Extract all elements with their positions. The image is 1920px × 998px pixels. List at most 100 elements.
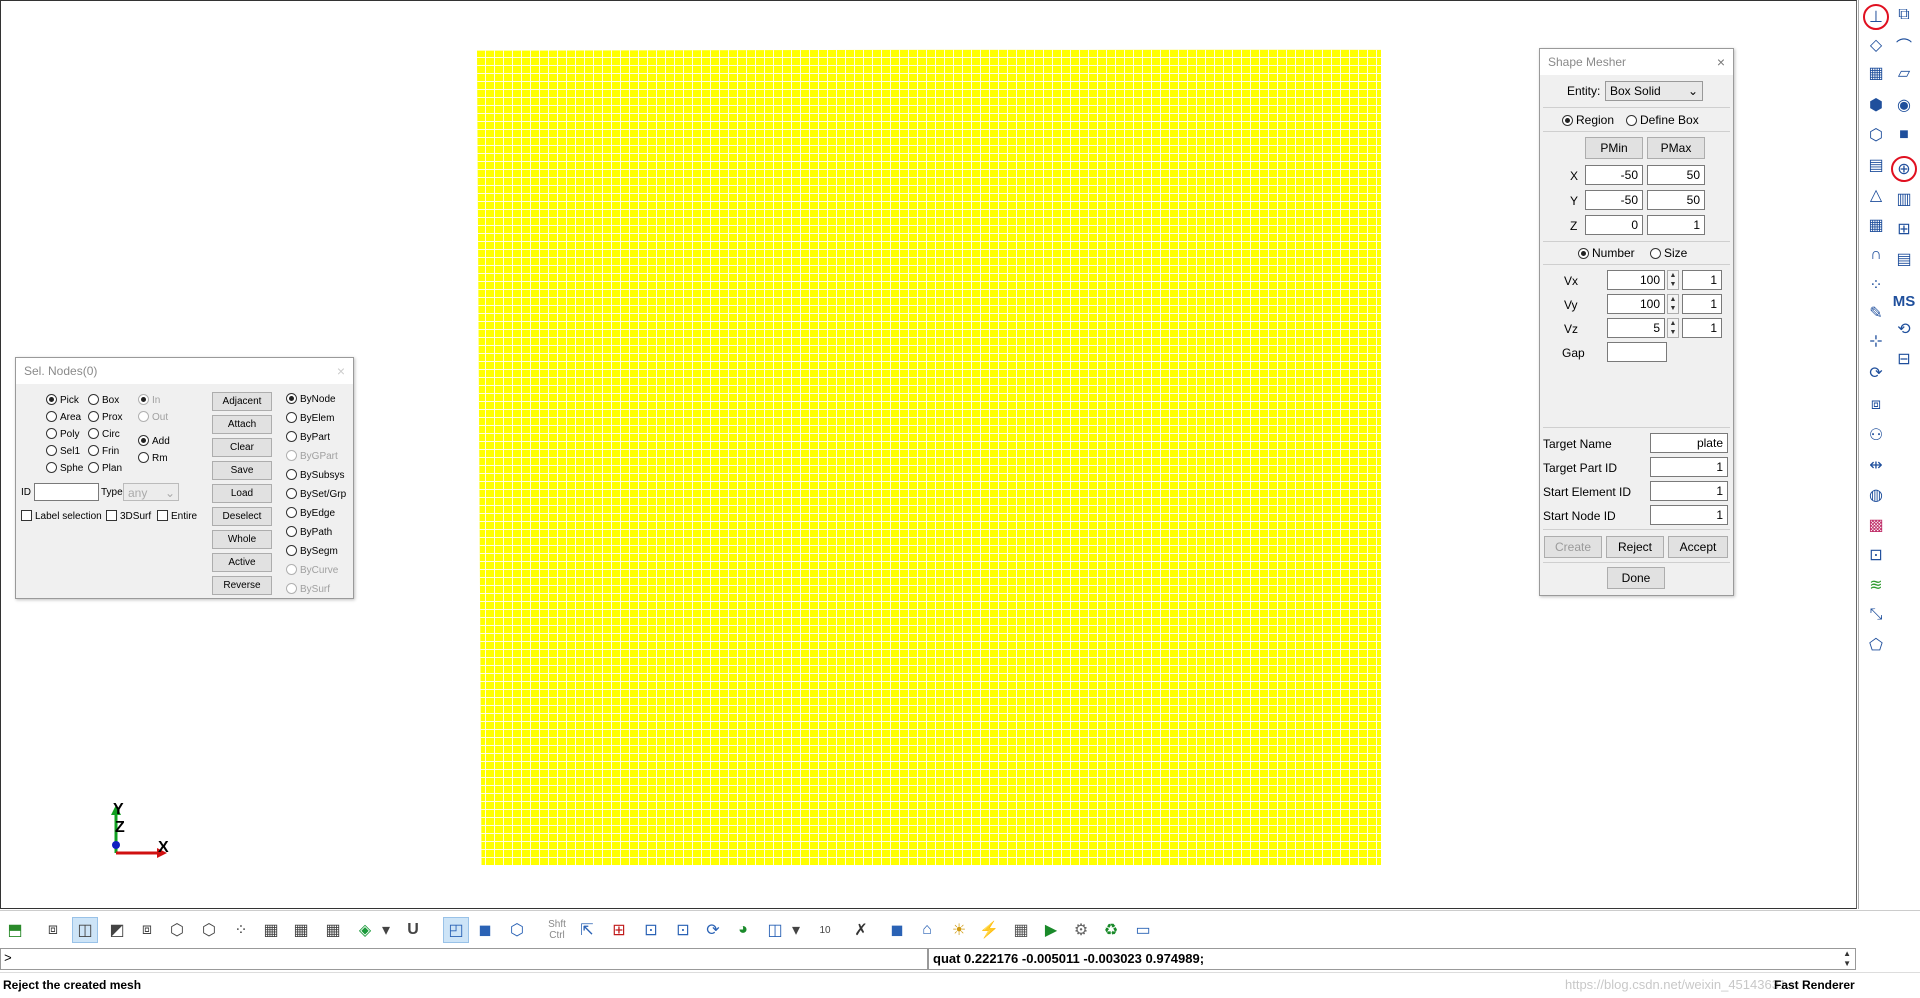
vx-ratio-input[interactable]: 1 bbox=[1682, 270, 1722, 290]
reverse-button[interactable]: Reverse bbox=[212, 576, 272, 595]
rotate-icon[interactable]: ⟳ bbox=[700, 917, 726, 943]
radio-number[interactable]: Number bbox=[1578, 246, 1635, 260]
axis-icon[interactable]: ✗ bbox=[848, 917, 874, 943]
view-fringe-icon[interactable]: ▦ bbox=[320, 917, 346, 943]
y-pmin-input[interactable]: -50 bbox=[1585, 190, 1643, 210]
polygon-mesh-icon[interactable]: ⬡ bbox=[1863, 122, 1889, 148]
radio-bynode[interactable]: ByNode bbox=[286, 393, 336, 405]
element-edit-icon[interactable]: ▤ bbox=[1863, 152, 1889, 178]
create-entity-icon[interactable]: ⧉ bbox=[1891, 2, 1917, 28]
vy-ratio-input[interactable]: 1 bbox=[1682, 294, 1722, 314]
pan-icon[interactable]: ⇱ bbox=[574, 917, 600, 943]
accept-button[interactable]: Accept bbox=[1668, 536, 1728, 558]
magnet-icon[interactable]: ∩ bbox=[1863, 242, 1889, 268]
gear-icon[interactable]: ⚙ bbox=[1068, 917, 1094, 943]
radio-plan[interactable]: Plan bbox=[88, 462, 122, 474]
view-contour-icon[interactable]: ◈ bbox=[352, 917, 378, 943]
checker-icon[interactable]: ▦ bbox=[1008, 917, 1034, 943]
x-pmax-input[interactable]: 50 bbox=[1647, 165, 1705, 185]
z-pmin-input[interactable]: 0 bbox=[1585, 215, 1643, 235]
cube-mesh-icon[interactable]: ⧈ bbox=[1863, 392, 1889, 418]
color-cube-icon[interactable]: ▩ bbox=[1863, 512, 1889, 538]
plane-icon[interactable]: ▱ bbox=[1891, 60, 1917, 86]
radio-sphe[interactable]: Sphe bbox=[46, 462, 83, 474]
mesh-plane-icon[interactable]: ◇ bbox=[1863, 32, 1889, 58]
play-icon[interactable]: ▶ bbox=[1038, 917, 1064, 943]
view-grid2-icon[interactable]: ▦ bbox=[288, 917, 314, 943]
active-button[interactable]: Active bbox=[212, 553, 272, 572]
node-edit-icon[interactable]: ⊹ bbox=[1863, 328, 1889, 354]
light-icon[interactable]: ☀ bbox=[946, 917, 972, 943]
radio-size[interactable]: Size bbox=[1650, 246, 1687, 260]
curve-icon[interactable]: ⌒ bbox=[1891, 32, 1917, 58]
view-shaded-icon[interactable]: ◫ bbox=[72, 917, 98, 943]
radio-define-box[interactable]: Define Box bbox=[1626, 113, 1699, 127]
z-pmax-input[interactable]: 1 bbox=[1647, 215, 1705, 235]
node-connect-icon[interactable]: ⚇ bbox=[1863, 422, 1889, 448]
model-tree-icon[interactable]: ⬒ bbox=[2, 917, 28, 943]
shell-mesh-icon[interactable]: ⬠ bbox=[1863, 632, 1889, 658]
layers-icon[interactable]: ≋ bbox=[1863, 572, 1889, 598]
mesh-plate[interactable] bbox=[477, 49, 1381, 865]
radio-byelem[interactable]: ByElem bbox=[286, 412, 334, 424]
radio-area[interactable]: Area bbox=[46, 411, 81, 423]
radio-bysetgrp[interactable]: BySet/Grp bbox=[286, 488, 346, 500]
view-feature-icon[interactable]: ⬡ bbox=[196, 917, 222, 943]
close-icon[interactable]: × bbox=[337, 358, 345, 384]
image-icon[interactable]: ▭ bbox=[1130, 917, 1156, 943]
start-element-input[interactable]: 1 bbox=[1650, 481, 1728, 501]
radio-add[interactable]: Add bbox=[138, 435, 170, 447]
clear-button[interactable]: Clear bbox=[212, 438, 272, 457]
pmin-button[interactable]: PMin bbox=[1585, 137, 1643, 159]
box-solid-icon[interactable]: ■ bbox=[1891, 122, 1917, 148]
x-pmin-input[interactable]: -50 bbox=[1585, 165, 1643, 185]
radio-bypath[interactable]: ByPath bbox=[286, 526, 332, 538]
vz-ratio-input[interactable]: 1 bbox=[1682, 318, 1722, 338]
vz-input[interactable]: 5 bbox=[1607, 318, 1665, 338]
entire-checkbox[interactable]: Entire bbox=[157, 510, 197, 522]
3dsurf-checkbox[interactable]: 3DSurf bbox=[106, 510, 151, 522]
solid-blend-icon[interactable]: ◉ bbox=[1891, 92, 1917, 118]
radio-pick[interactable]: Pick bbox=[46, 394, 79, 406]
view-hidden-icon[interactable]: ◩ bbox=[104, 917, 130, 943]
adjacent-button[interactable]: Adjacent bbox=[212, 392, 272, 411]
pencil-icon[interactable]: ✎ bbox=[1863, 300, 1889, 326]
target-part-input[interactable]: 1 bbox=[1650, 457, 1728, 477]
ms-node-icon[interactable]: ⊡ bbox=[1863, 542, 1889, 568]
reject-button[interactable]: Reject bbox=[1606, 536, 1664, 558]
whole-button[interactable]: Whole bbox=[212, 530, 272, 549]
vx-spinner[interactable]: ▲ ▼ bbox=[1667, 270, 1679, 290]
radio-poly[interactable]: Poly bbox=[46, 428, 79, 440]
rotate-mesh-icon[interactable]: ⟳ bbox=[1863, 360, 1889, 386]
command-input[interactable]: > bbox=[0, 948, 928, 970]
flash-icon[interactable]: ⚡ bbox=[976, 917, 1002, 943]
grid-mesh-icon[interactable]: ▦ bbox=[1863, 60, 1889, 86]
radio-sel1[interactable]: Sel1 bbox=[46, 445, 80, 457]
box-view-icon[interactable]: ◰ bbox=[443, 917, 469, 943]
iso-cube-icon[interactable]: ◼ bbox=[884, 917, 910, 943]
scroll-arrows[interactable]: ▲ ▼ bbox=[1843, 949, 1851, 969]
vy-input[interactable]: 100 bbox=[1607, 294, 1665, 314]
radio-byedge[interactable]: ByEdge bbox=[286, 507, 335, 519]
zoom-window-icon[interactable]: ⊡ bbox=[638, 917, 664, 943]
gap-input[interactable] bbox=[1607, 342, 1667, 362]
vy-spinner[interactable]: ▲ ▼ bbox=[1667, 294, 1679, 314]
align-icon[interactable]: ⇹ bbox=[1863, 452, 1889, 478]
radio-box[interactable]: Box bbox=[88, 394, 119, 406]
view-mesh-icon[interactable]: ⧈ bbox=[134, 917, 160, 943]
pmax-button[interactable]: PMax bbox=[1647, 137, 1705, 159]
element-table-icon[interactable]: ▤ bbox=[1891, 246, 1917, 272]
save-button[interactable]: Save bbox=[212, 461, 272, 480]
deselect-button[interactable]: Deselect bbox=[212, 507, 272, 526]
triangle-mesh-icon[interactable]: △ bbox=[1863, 182, 1889, 208]
start-node-input[interactable]: 1 bbox=[1650, 505, 1728, 525]
vz-spinner[interactable]: ▲ ▼ bbox=[1667, 318, 1679, 338]
solid-box-icon[interactable]: ◼ bbox=[472, 917, 498, 943]
move-node-icon[interactable]: ⤡ bbox=[1863, 602, 1889, 628]
view-points-icon[interactable]: ⁘ bbox=[228, 917, 254, 943]
transform-icon[interactable]: ⟲ bbox=[1891, 316, 1917, 342]
radio-region[interactable]: Region bbox=[1562, 113, 1614, 127]
sphere-mesh-icon[interactable]: ◍ bbox=[1863, 482, 1889, 508]
done-button[interactable]: Done bbox=[1607, 567, 1665, 589]
label-selection-checkbox[interactable]: Label selection bbox=[21, 510, 102, 522]
